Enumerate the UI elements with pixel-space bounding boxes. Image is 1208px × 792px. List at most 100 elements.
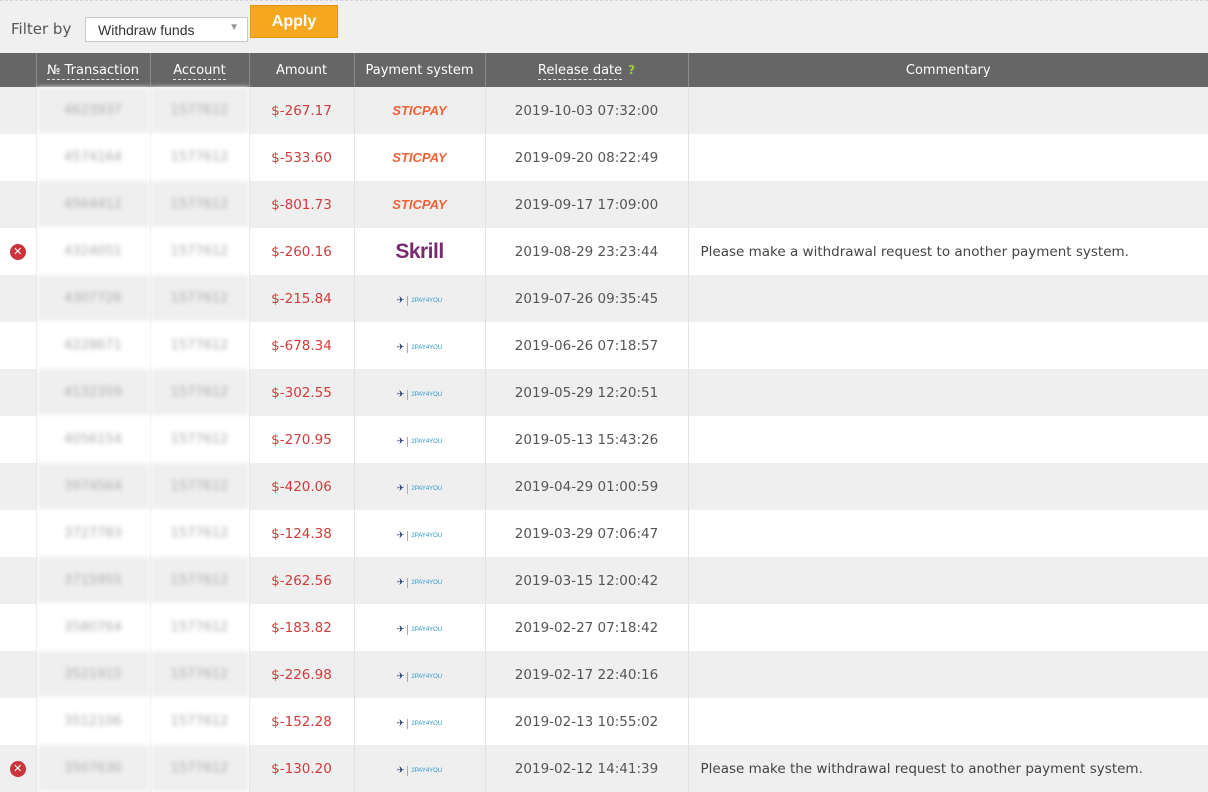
release-date-cell: 2019-02-17 22:40:16: [485, 651, 689, 698]
transaction-cell: 3512106: [36, 698, 151, 745]
2pay4you-logo: ✈ 2PAY4YOU: [397, 295, 443, 306]
status-cell: [0, 134, 37, 181]
2pay4you-text: 2PAY4YOU: [411, 626, 443, 633]
2pay4you-logo: ✈ 2PAY4YOU: [396, 671, 443, 682]
col-amount: Amount: [249, 53, 355, 87]
apply-button[interactable]: Apply: [250, 5, 338, 38]
commentary-cell: [688, 698, 1208, 745]
account-cell: 1577612: [150, 698, 250, 745]
payment-system-cell: ✈ 2PAY4YOU: [354, 604, 486, 651]
table-row: 3512106 1577612 $-152.28 ✈ 2PAY4YOU 2019-02-1…: [0, 698, 1208, 745]
2pay4you-logo: ✈ 2PAY4YOU: [397, 624, 443, 635]
payment-system-cell: ✈ 2PAY4YOU: [354, 745, 486, 792]
2pay4you-text: 2PAY4YOU: [411, 532, 443, 539]
commentary-cell: [688, 134, 1208, 181]
account-cell: 1577612: [150, 369, 250, 416]
table-row: 3521915 1577612 $-226.98 ✈ 2PAY4YOU 2019-02-1…: [0, 651, 1208, 698]
table-row: 4564412 1577612 $-801.73 STICPAY 2019-09-17 …: [0, 181, 1208, 228]
release-date-cell: 2019-02-12 14:41:39: [485, 745, 689, 792]
commentary-cell: [688, 181, 1208, 228]
release-date-cell: 2019-02-13 10:55:02: [485, 698, 689, 745]
release-date-cell: 2019-08-29 23:23:44: [485, 228, 689, 275]
table-row: 3715955 1577612 $-262.56 ✈ 2PAY4YOU 2019-03-1…: [0, 557, 1208, 604]
logo-divider: [407, 295, 409, 306]
2pay4you-text: 2PAY4YOU: [411, 297, 443, 304]
status-cell: [0, 322, 37, 369]
error-icon[interactable]: ✕: [9, 761, 26, 777]
payment-system-cell: ✈ 2PAY4YOU: [354, 510, 486, 557]
2pay4you-text: 2PAY4YOU: [411, 438, 443, 445]
amount-cell: $-270.95: [249, 416, 355, 463]
sticpay-logo: STICPAY: [392, 149, 447, 165]
amount-cell: $-262.56: [249, 557, 355, 604]
commentary-cell: [688, 275, 1208, 322]
2pay4you-text: 2PAY4YOU: [411, 344, 443, 351]
transaction-cell: 3521915: [36, 651, 151, 698]
status-cell: ✕: [0, 228, 37, 275]
status-cell: [0, 181, 37, 228]
2pay4you-text: 2PAY4YOU: [411, 579, 443, 586]
transaction-cell: 4564412: [36, 181, 151, 228]
sticpay-logo: STICPAY: [392, 196, 447, 212]
amount-cell: $-260.16: [249, 228, 355, 275]
release-date-cell: 2019-03-29 07:06:47: [485, 510, 689, 557]
help-icon[interactable]: ?: [628, 63, 635, 77]
table-row: ✕ 3507630 1577612 $-130.20 ✈ 2PAY4YOU 2019-02-…: [0, 745, 1208, 792]
logo-divider: [407, 342, 409, 353]
col-account-label[interactable]: Account: [173, 62, 226, 80]
release-date-cell: 2019-03-15 12:00:42: [485, 557, 689, 604]
status-cell: ✕: [0, 745, 37, 792]
status-cell: [0, 557, 37, 604]
transaction-cell: 4228671: [36, 322, 151, 369]
2pay4you-text: 2PAY4YOU: [411, 485, 443, 492]
col-release-date-label[interactable]: Release date: [537, 62, 623, 80]
commentary-cell: [688, 87, 1208, 134]
2pay4you-text: 2PAY4YOU: [411, 720, 443, 727]
logo-divider: [407, 624, 409, 635]
2pay4you-logo: ✈ 2PAY4YOU: [397, 436, 443, 447]
payment-system-cell: Skrill: [354, 228, 486, 275]
amount-cell: $-152.28: [249, 698, 355, 745]
error-icon[interactable]: ✕: [9, 244, 26, 260]
logo-divider: [407, 389, 409, 400]
bird-icon: ✈: [396, 483, 405, 494]
commentary-cell: [688, 322, 1208, 369]
release-date-cell: 2019-05-13 15:43:26: [485, 416, 689, 463]
transaction-cell: 4307726: [36, 275, 151, 322]
amount-cell: $-302.55: [249, 369, 355, 416]
bird-icon: ✈: [396, 530, 405, 541]
table-row: 3974564 1577612 $-420.06 ✈ 2PAY4YOU 2019-04-2…: [0, 463, 1208, 510]
release-date-cell: 2019-09-20 08:22:49: [485, 134, 689, 181]
transaction-cell: 4623937: [36, 87, 151, 134]
logo-divider: [407, 718, 409, 729]
amount-cell: $-533.60: [249, 134, 355, 181]
status-cell: [0, 369, 37, 416]
col-account[interactable]: Account: [150, 53, 250, 87]
release-date-cell: 2019-02-27 07:18:42: [485, 604, 689, 651]
bird-icon: ✈: [396, 718, 405, 729]
commentary-cell: [688, 369, 1208, 416]
status-cell: [0, 87, 37, 134]
col-release-date[interactable]: Release date?: [485, 53, 689, 87]
payment-system-cell: ✈ 2PAY4YOU: [354, 463, 486, 510]
release-date-cell: 2019-06-26 07:18:57: [485, 322, 689, 369]
commentary-cell: [688, 651, 1208, 698]
status-cell: [0, 651, 37, 698]
col-transaction[interactable]: № Transaction: [36, 53, 151, 87]
2pay4you-logo: ✈ 2PAY4YOU: [396, 718, 443, 729]
2pay4you-text: 2PAY4YOU: [411, 673, 443, 680]
transaction-cell: 3507630: [36, 745, 151, 792]
payment-system-cell: STICPAY: [354, 134, 486, 181]
account-cell: 1577612: [150, 463, 250, 510]
payment-system-cell: STICPAY: [354, 181, 486, 228]
account-cell: 1577612: [150, 604, 250, 651]
2pay4you-logo: ✈ 2PAY4YOU: [396, 483, 443, 494]
bird-icon: ✈: [396, 671, 405, 682]
col-transaction-label[interactable]: № Transaction: [46, 62, 140, 80]
amount-cell: $-124.38: [249, 510, 355, 557]
amount-cell: $-801.73: [249, 181, 355, 228]
2pay4you-text: 2PAY4YOU: [411, 391, 443, 398]
filter-select[interactable]: Withdraw funds ▼: [85, 17, 248, 42]
transaction-cell: 3974564: [36, 463, 151, 510]
table-row: 4623937 1577612 $-267.17 STICPAY 2019-10-03 …: [0, 87, 1208, 134]
